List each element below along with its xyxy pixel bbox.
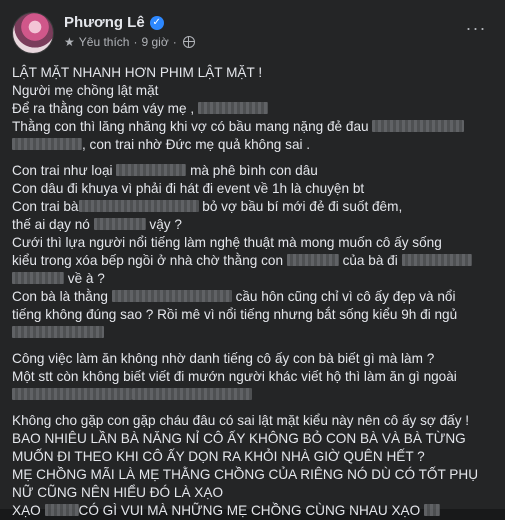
redacted-text: [12, 272, 64, 284]
post-line: [12, 386, 494, 404]
redacted-text: [12, 326, 104, 338]
post-line: Một stt còn không biết viết đi mướn ngườ…: [12, 368, 494, 386]
post-text: Con trai như loại: [12, 163, 113, 178]
meta-separator: ·: [172, 35, 177, 49]
post-text: thế ai dạy nó: [12, 217, 90, 232]
post-line: Để ra thằng con bám váy mẹ ,: [12, 100, 494, 118]
post-text: Con dâu đi khuya vì phải đi hát đi event…: [12, 181, 365, 196]
post-text: Con bà là thằng: [12, 289, 108, 304]
post-line: về à ?: [12, 270, 494, 288]
redacted-text: [93, 218, 146, 230]
redacted-text: [423, 504, 440, 516]
post-line: MUỐN ĐI THEO KHI CÔ ẤY DỌN RA KHỎI NHÀ G…: [12, 448, 494, 466]
post-line: Con trai như loại mà phê bình con dâu: [12, 162, 494, 180]
post-header: Phương Lê ✓ ★ Yêu thích · 9 giờ · ···: [12, 12, 492, 56]
star-icon: ★: [64, 35, 75, 49]
post-text: , con trai nhờ Đức mẹ quả không sai .: [82, 137, 311, 152]
post-text: LẬT MẶT NHANH HƠN PHIM LẬT MẶT !: [12, 65, 263, 80]
post-text: Để ra thằng con bám váy mẹ ,: [12, 101, 195, 116]
post-text: về à ?: [67, 271, 105, 286]
post-text: Con trai bà: [12, 199, 79, 214]
redacted-text: [401, 254, 472, 266]
more-options-icon[interactable]: ···: [462, 18, 490, 42]
post-text: vậy ?: [149, 217, 182, 232]
post-line: Người mẹ chồng lật mặt: [12, 82, 494, 100]
meta-separator: ·: [133, 35, 138, 49]
post-text: Thằng con thì lăng nhăng khi vợ có bầu m…: [12, 119, 369, 134]
post-text: Cưới thì lựa người nổi tiếng làm nghệ th…: [12, 235, 442, 250]
post-text: bỏ vợ bầu bí mới đẻ đi suốt đêm,: [202, 199, 403, 214]
redacted-text: [44, 504, 79, 516]
post-line: Không cho gặp con gặp cháu đâu có sai lậ…: [12, 412, 494, 430]
post-text: Không cho gặp con gặp cháu đâu có sai lậ…: [12, 413, 470, 428]
author-name[interactable]: Phương Lê: [64, 14, 145, 31]
post-line: MẸ CHỒNG MÃI LÀ MẸ THẰNG CHỒNG CỦA RIÊNG…: [12, 466, 494, 484]
post-line: Thằng con thì lăng nhăng khi vợ có bầu m…: [12, 118, 494, 136]
redacted-text: [78, 200, 199, 212]
redacted-text: [116, 164, 187, 176]
post-text: cầu hôn cũng chỉ vì cô ấy đẹp và nổi: [235, 289, 456, 304]
redacted-text: [372, 120, 465, 132]
redacted-text: [197, 102, 268, 114]
redacted-text: [12, 388, 132, 400]
post-line: Con trai bà bỏ vợ bầu bí mới đẻ đi suốt …: [12, 198, 494, 216]
post-line: , con trai nhờ Đức mẹ quả không sai .: [12, 136, 494, 154]
post-body: LẬT MẶT NHANH HƠN PHIM LẬT MẶT ! Người m…: [12, 64, 494, 520]
post-line: XẠO CÓ GÌ VUI MÀ NHỮNG MẸ CHỒNG CÙNG NHA…: [12, 502, 494, 520]
meta-label: Yêu thích: [78, 35, 130, 49]
post-line: Cưới thì lựa người nổi tiếng làm nghệ th…: [12, 234, 494, 252]
post-text: của bà đi: [342, 253, 398, 268]
post-text: mà phê bình con dâu: [190, 163, 318, 178]
post-text: XẠO: [12, 503, 41, 518]
post-line: kiểu trong xóa bếp ngồi ở nhà chờ thằng …: [12, 252, 494, 270]
redacted-text: [286, 254, 339, 266]
post-line: Con bà là thằng cầu hôn cũng chỉ vì cô ấ…: [12, 288, 494, 306]
post-text: tiếng không đúng sao ? Rồi mê vì nổi tiế…: [12, 307, 458, 322]
redacted-text: [12, 138, 82, 150]
post-line: BAO NHIÊU LẦN BÀ NĂNG NỈ CÔ ẤY KHÔNG BỎ …: [12, 430, 494, 448]
post-text: Công việc làm ăn không nhờ danh tiếng cô…: [12, 351, 435, 366]
redacted-text: [111, 290, 232, 302]
post-line: thế ai dạy nó vậy ?: [12, 216, 494, 234]
post-text: BAO NHIÊU LẦN BÀ NĂNG NỈ CÔ ẤY KHÔNG BỎ …: [12, 431, 466, 446]
globe-icon: [182, 36, 195, 48]
avatar[interactable]: [12, 12, 54, 54]
post-text: Người mẹ chồng lật mặt: [12, 83, 159, 98]
post-line: [12, 324, 494, 342]
post-line: tiếng không đúng sao ? Rồi mê vì nổi tiế…: [12, 306, 494, 324]
post-text: MẸ CHỒNG MÃI LÀ MẸ THẰNG CHỒNG CỦA RIÊNG…: [12, 467, 479, 482]
post-line: Con dâu đi khuya vì phải đi hát đi event…: [12, 180, 494, 198]
author-row: Phương Lê ✓: [64, 14, 164, 31]
post-line: Công việc làm ăn không nhờ danh tiếng cô…: [12, 350, 494, 368]
post-line: LẬT MẶT NHANH HƠN PHIM LẬT MẶT !: [12, 64, 494, 82]
redacted-text: [132, 388, 252, 400]
post-text: CÓ GÌ VUI MÀ NHỮNG MẸ CHỒNG CÙNG NHAU XẠ…: [78, 503, 421, 518]
verified-badge-icon: ✓: [149, 15, 164, 30]
post-card: Phương Lê ✓ ★ Yêu thích · 9 giờ · ··· LẬ…: [0, 0, 505, 518]
post-meta: ★ Yêu thích · 9 giờ ·: [64, 35, 195, 49]
post-text: kiểu trong xóa bếp ngồi ở nhà chờ thằng …: [12, 253, 284, 268]
post-text: MUỐN ĐI THEO KHI CÔ ẤY DỌN RA KHỎI NHÀ G…: [12, 449, 425, 464]
post-text: Một stt còn không biết viết đi mướn ngườ…: [12, 369, 457, 384]
post-time[interactable]: 9 giờ: [141, 35, 168, 49]
post-text: NỮ CŨNG NÊN HIỂU ĐÓ LÀ XẠO: [12, 485, 224, 500]
post-line: NỮ CŨNG NÊN HIỂU ĐÓ LÀ XẠO: [12, 484, 494, 502]
